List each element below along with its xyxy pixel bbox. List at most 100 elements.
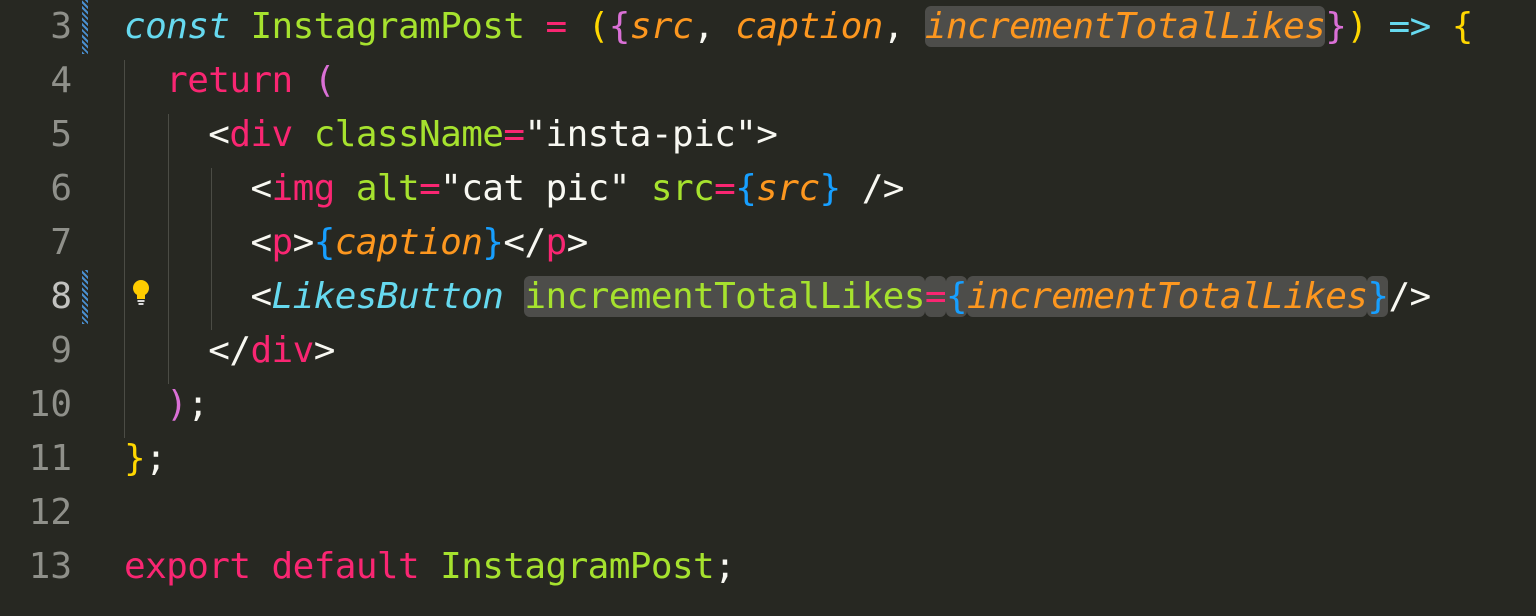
code-token: src (650, 168, 715, 209)
code-token: > (756, 114, 778, 155)
modified-line-marker (82, 270, 88, 324)
line-number: 4 (50, 60, 72, 101)
code-token: < (250, 276, 272, 317)
code-token: src (756, 168, 820, 209)
code-token: caption (735, 6, 883, 47)
code-token: incrementTotalLikes (924, 6, 1326, 47)
code-token: , (693, 6, 736, 47)
code-token: incrementTotalLikes (524, 276, 925, 317)
code-token: , (882, 6, 925, 47)
code-token: > (313, 330, 336, 371)
line-number: 5 (50, 114, 72, 155)
code-token: ( (587, 6, 610, 47)
code-line[interactable]: 7 <p>{caption}</p> (0, 216, 1536, 270)
code-token: < (250, 168, 272, 209)
line-number: 6 (50, 168, 72, 209)
line-number: 12 (28, 492, 72, 533)
code-token: = (924, 276, 947, 317)
line-number: 13 (28, 546, 72, 587)
code-token: className (313, 114, 504, 155)
code-token: ) (1346, 6, 1368, 47)
code-line[interactable]: 8 <LikesButton incrementTotalLikes={incr… (0, 270, 1536, 324)
code-text[interactable]: ); (124, 384, 209, 426)
code-line[interactable]: 12 (0, 486, 1536, 540)
code-token: InstagramPost (440, 546, 715, 587)
code-token: < (208, 114, 230, 155)
code-token: { (608, 6, 631, 47)
code-token: src (629, 6, 694, 47)
code-token: } (124, 438, 146, 479)
line-number: 7 (50, 222, 72, 263)
code-token: ; (187, 384, 209, 425)
code-token: caption (334, 222, 483, 263)
code-token: </ (503, 222, 546, 263)
code-line[interactable]: 3 const InstagramPost = ({src, caption, i… (0, 0, 1536, 54)
code-token: const (124, 6, 230, 47)
code-token: } (482, 222, 504, 263)
code-token: { (1451, 6, 1474, 47)
code-token: ; (714, 546, 736, 587)
code-token: "cat pic" (440, 168, 630, 209)
code-line[interactable]: 6 <img alt="cat pic" src={src} /> (0, 162, 1536, 216)
code-token: div (229, 114, 293, 155)
code-line[interactable]: 5 <div className="insta-pic"> (0, 108, 1536, 162)
code-text[interactable]: export default InstagramPost; (124, 546, 736, 588)
code-token: InstagramPost (250, 6, 525, 47)
code-token: </ (208, 330, 251, 371)
code-text[interactable]: <div className="insta-pic"> (124, 114, 778, 156)
code-line[interactable]: 13 export default InstagramPost; (0, 540, 1536, 594)
line-number: 8 (50, 276, 72, 317)
code-token: } (1367, 276, 1389, 317)
code-token: "insta-pic" (524, 114, 757, 155)
code-token: ( (313, 60, 336, 101)
code-token: = (545, 6, 568, 47)
code-token: default (271, 546, 420, 587)
code-text[interactable]: <img alt="cat pic" src={src} /> (124, 168, 904, 210)
code-text[interactable]: const InstagramPost = ({src, caption, in… (124, 6, 1473, 48)
code-token: ) (166, 384, 188, 425)
code-token: /> (1388, 276, 1431, 317)
code-token: { (735, 168, 757, 209)
code-text[interactable]: </div> (124, 330, 335, 372)
code-token: LikesButton (271, 276, 504, 317)
code-token: img (271, 168, 336, 209)
code-token: div (250, 330, 314, 371)
code-token: p (271, 222, 294, 263)
code-token: = (503, 114, 525, 155)
code-line[interactable]: 10 ); (0, 378, 1536, 432)
code-token: incrementTotalLikes (966, 276, 1368, 317)
modified-line-marker (82, 0, 88, 54)
code-token: => (1388, 6, 1432, 47)
code-token: export (124, 546, 251, 587)
code-token: = (419, 168, 441, 209)
code-token: } (1325, 6, 1347, 47)
code-text[interactable]: <p>{caption}</p> (124, 222, 588, 264)
code-text[interactable]: return ( (124, 60, 335, 102)
code-token: < (250, 222, 272, 263)
code-text[interactable]: <LikesButton incrementTotalLikes={increm… (124, 276, 1431, 318)
code-editor[interactable]: 3 const InstagramPost = ({src, caption, i… (0, 0, 1536, 616)
code-line[interactable]: 9 </div> (0, 324, 1536, 378)
code-token: } (819, 168, 842, 209)
code-token: ; (145, 438, 167, 479)
code-line[interactable]: 11}; (0, 432, 1536, 486)
code-text[interactable]: }; (124, 438, 167, 480)
code-token: p (545, 222, 568, 263)
code-line[interactable]: 4 return ( (0, 54, 1536, 108)
code-token: /> (861, 168, 905, 209)
